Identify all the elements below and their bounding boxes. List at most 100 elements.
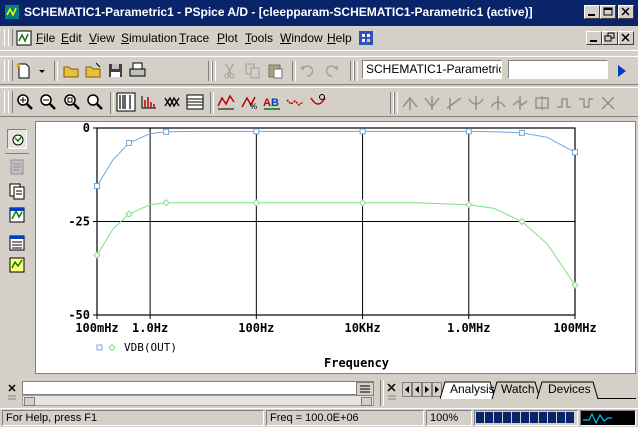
y-tick-label: -50 [68,308,90,322]
menu-view[interactable]: View [89,31,115,45]
search-combo[interactable] [508,60,608,79]
menu-file[interactable]: File [36,31,55,45]
menubar-grip-2 [8,29,13,46]
open-simulation-icon[interactable] [84,61,104,81]
menu-plot[interactable]: Plot [217,31,238,45]
menu-trace[interactable]: Trace [179,31,209,45]
x-tick-label: 100Hz [238,321,274,335]
cursor-point-icon[interactable] [510,93,530,113]
trace-2-marker [358,199,367,207]
run-simulation-icon[interactable] [7,205,27,225]
close-icon[interactable] [386,381,398,403]
save-icon[interactable] [106,61,126,81]
scroll-left-button[interactable] [24,397,35,406]
standard-toolbar: SCHEMATIC1-Parametric1 [0,56,638,85]
tab-scroll-buttons[interactable] [402,382,444,398]
zoom-fit-icon[interactable] [85,92,105,112]
zoom-out-icon[interactable] [38,92,58,112]
add-trace-icon[interactable] [216,92,236,112]
open-folder-icon[interactable] [62,61,82,81]
simulation-profile-select[interactable]: SCHEMATIC1-Parametric1 [362,60,502,79]
paste-icon[interactable] [266,61,286,81]
pspice-app-icon[interactable] [4,4,20,20]
cursor-peak-icon[interactable] [400,93,420,113]
cut-icon[interactable] [220,61,240,81]
cursor-label-icon[interactable] [598,93,618,113]
maximize-button[interactable] [600,5,616,19]
zoom-area-icon[interactable] [62,92,82,112]
undo-icon[interactable] [298,61,318,81]
progress-segment [539,412,547,423]
x-tick-label: 100mHz [75,321,118,335]
tab-watch[interactable]: Watch [501,382,535,396]
toggle-cursor-icon[interactable] [308,92,328,112]
log-x-axis-icon[interactable] [116,92,136,112]
scroll-right-button[interactable] [361,397,372,406]
run-icon[interactable] [612,61,632,81]
context-help-icon[interactable] [358,30,374,46]
performance-analysis-icon[interactable] [162,92,182,112]
menu-tools[interactable]: Tools [245,31,273,45]
progress-segment [485,412,493,423]
window-title: SCHEMATIC1-Parametric1 - PSpice A/D - [c… [24,5,533,19]
command-scrollbar[interactable] [22,395,374,406]
progress-segment [566,412,574,423]
text-label-icon[interactable]: AB [262,92,282,112]
cursor-min-icon[interactable] [466,93,486,113]
close-button[interactable] [618,5,634,19]
new-file-icon[interactable] [14,61,34,81]
view-output-icon[interactable] [7,157,27,177]
toolbar-separator [354,61,358,81]
menu-edit[interactable]: Edit [61,31,82,45]
status-percent: 100% [426,410,472,426]
menu-window[interactable]: Window [280,31,323,45]
simulation-status-icon[interactable] [7,129,27,149]
y-tick-label: -25 [68,215,90,229]
tab-analysis[interactable]: Analysis [450,382,495,396]
bode-plot[interactable]: 100mHz 1.0Hz 100Hz 10KHz 1.0MHz 100MHz 0 -25 -50 [36,122,635,373]
document-icon[interactable] [15,29,33,47]
toolbar-separator [212,61,216,81]
mdi-restore-button[interactable] [602,31,618,45]
plot-window-icon[interactable] [7,255,27,275]
title-bar: SCHEMATIC1-Parametric1 - PSpice A/D - [c… [0,0,638,26]
command-input[interactable] [22,381,374,395]
print-icon[interactable] [128,61,148,81]
mdi-close-button[interactable] [618,31,634,45]
trace-1-line[interactable] [96,130,576,187]
toolbar-separator [210,92,214,114]
toolbar-separator [54,61,58,81]
legend-markers [96,344,116,352]
toolbar-grip-2 [8,60,13,81]
probe-plot-window[interactable]: 100mHz 1.0Hz 100Hz 10KHz 1.0MHz 100MHz 0 -25 -50… [35,121,636,374]
watch-window-icon[interactable] [7,233,27,253]
status-progress-bar [474,410,578,426]
plot-traces [93,128,579,289]
minimize-button[interactable] [584,5,600,19]
maximize-icon [603,7,613,16]
cursor-next-transition-icon[interactable] [554,93,574,113]
trace-2-marker [93,251,101,259]
mdi-minimize-button[interactable] [586,31,602,45]
copy-icon[interactable] [243,61,263,81]
view-simulation-results-icon[interactable] [7,181,27,201]
chevron-down-icon[interactable] [36,61,56,81]
dropdown-button[interactable] [356,382,374,396]
tab-devices[interactable]: Devices [548,382,591,396]
cursor-slope-icon[interactable] [444,93,464,113]
mark-data-points-icon[interactable] [285,92,305,112]
cursor-prev-transition-icon[interactable] [576,93,596,113]
cursor-search-icon[interactable] [532,93,552,113]
splitter[interactable] [380,380,384,406]
eval-goal-function-icon[interactable]: % [239,92,259,112]
cursor-trough-icon[interactable] [422,93,442,113]
cursor-max-icon[interactable] [488,93,508,113]
trace-2-line[interactable] [96,202,576,286]
menu-simulation[interactable]: Simulation [121,31,177,45]
log-y-axis-icon[interactable] [185,92,205,112]
menu-help[interactable]: Help [327,31,352,45]
redo-icon[interactable] [321,61,341,81]
command-grip[interactable] [6,382,18,404]
zoom-in-icon[interactable] [15,92,35,112]
fourier-icon[interactable] [139,92,159,112]
